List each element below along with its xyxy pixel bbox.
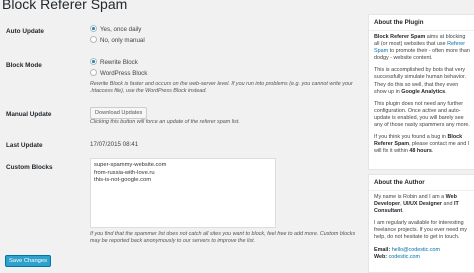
last-update-label: Last Update [6, 142, 43, 149]
email-line: Email: hello@codestic.com [374, 247, 470, 254]
web-line: Web: codestic.com [374, 254, 470, 261]
save-changes-button[interactable]: Save Changes [5, 255, 52, 267]
custom-blocks-description-line2: may be reported back anonymously to our … [90, 238, 256, 245]
custom-blocks-description-line1: If you find that the spammer list does n… [90, 231, 356, 237]
custom-block-entry: super-spammy-website.com [94, 162, 167, 168]
block-mode-option-rewrite-label: Rewrite Block [100, 59, 138, 67]
last-update-value: 17/07/2015 08:41 [90, 141, 139, 148]
custom-block-entry: from-russia-with-love.ru [94, 169, 155, 176]
custom-blocks-textarea[interactable]: super-spammy-website.com from-russia-wit… [90, 158, 276, 228]
web-link[interactable]: codestic.com [389, 254, 420, 260]
about-plugin-body: Block Referer Spam aims at blocking all … [369, 31, 474, 163]
block-mode-description: Rewrite Block is faster and occurs on th… [90, 81, 360, 96]
auto-update-option-daily[interactable]: Yes, once daily [90, 25, 142, 34]
block-mode-description-line2: .htaccess file), use the WordPress Block… [90, 88, 207, 95]
page-title: Block Referer Spam [2, 0, 128, 12]
about-plugin-paragraph: If you think you found a bug in Block Re… [374, 134, 470, 155]
auto-update-option-manual[interactable]: No, only manual [90, 36, 145, 45]
radio-checked-icon[interactable] [90, 58, 97, 65]
block-mode-label: Block Mode [6, 62, 42, 69]
download-updates-button[interactable]: Download Updates [90, 107, 148, 119]
about-plugin-paragraph: Block Referer Spam aims at blocking all … [374, 34, 470, 62]
text: . [431, 148, 434, 155]
text: . [402, 208, 404, 215]
auto-update-option-daily-label: Yes, once daily [100, 26, 142, 34]
web-label: Web: [374, 253, 389, 260]
block-mode-description-line1: Rewrite Block is faster and occurs on th… [90, 81, 353, 87]
block-mode-option-rewrite[interactable]: Rewrite Block [90, 58, 138, 67]
custom-blocks-description: If you find that the spammer list does n… [90, 231, 362, 246]
radio-checked-icon[interactable] [90, 25, 97, 32]
settings-form: Auto Update Yes, once daily No, only man… [0, 16, 360, 271]
manual-update-description: Clicking this button will force an updat… [90, 119, 240, 125]
about-author-box: About the Author My name is Robin and I … [368, 174, 474, 273]
manual-update-label: Manual Update [6, 111, 52, 118]
google-analytics-text: Google Analytics [401, 88, 446, 95]
custom-blocks-label: Custom Blocks [6, 164, 53, 171]
block-mode-option-wordpress-label: WordPress Block [100, 70, 148, 78]
hours-text: 48 hours [409, 148, 432, 155]
about-plugin-title: About the Plugin [369, 15, 474, 31]
about-author-paragraph: My name is Robin and I am a Web Develope… [374, 194, 470, 215]
custom-block-entry: this-is-not-google.com [94, 177, 152, 184]
radio-unchecked-icon[interactable] [90, 36, 97, 43]
text: My name is Robin and I am a [374, 194, 446, 200]
text: . [445, 88, 447, 95]
about-author-body: My name is Robin and I am a Web Develope… [369, 191, 474, 264]
about-plugin-paragraph: This plugin does not need any further co… [374, 100, 470, 129]
text: to promote their - often more than dodgy… [374, 48, 470, 62]
about-plugin-box: About the Plugin Block Referer Spam aims… [368, 14, 474, 170]
plugin-name: Block Referer Spam [374, 34, 426, 40]
role-text: UI/UX Designer [403, 201, 443, 208]
radio-unchecked-icon[interactable] [90, 69, 97, 76]
email-link[interactable]: hello@codestic.com [392, 247, 440, 253]
auto-update-label: Auto Update [6, 28, 44, 35]
text: and [442, 201, 455, 208]
about-author-title: About the Author [369, 175, 474, 191]
email-label: Email: [374, 246, 392, 253]
text: If you think you found a bug in [374, 134, 448, 141]
about-plugin-paragraph: This is accomplished by bots that very s… [374, 67, 470, 95]
about-author-paragraph: I am regularly available for interesting… [374, 220, 467, 241]
block-mode-option-wordpress[interactable]: WordPress Block [90, 69, 148, 78]
auto-update-option-manual-label: No, only manual [100, 37, 145, 45]
